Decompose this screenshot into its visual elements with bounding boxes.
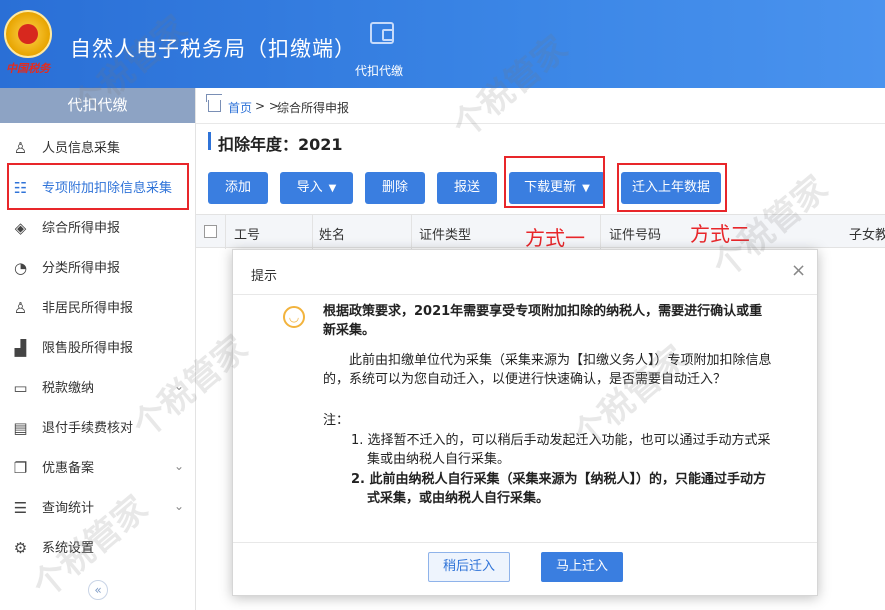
sidebar-item-label: 分类所得申报	[42, 261, 121, 276]
sidebar-item-label: 综合所得申报	[42, 221, 121, 236]
migration-prompt-dialog: 提示 × ◡ 根据政策要求，2021年需要享受专项附加扣除的纳税人，需要进行确认…	[232, 249, 818, 596]
search-list-icon: ☰	[13, 499, 28, 517]
module-tab-label[interactable]: 代扣代缴	[355, 62, 403, 79]
chevron-down-icon: ⌄	[174, 459, 185, 473]
chevron-down-icon: ▼	[328, 183, 337, 194]
dialog-paragraph: 此前由扣缴单位代为采集（采集来源为【扣缴义务人】）专项附加扣除信息的，系统可以为…	[323, 353, 772, 387]
sidebar-item-nonresident[interactable]: ♙ 非居民所得申报	[0, 288, 196, 328]
document-check-icon: ▤	[13, 419, 28, 437]
person-icon: ♙	[13, 139, 28, 157]
sidebar-item-tax-payment[interactable]: ▭ 税款缴纳 ⌄	[0, 368, 196, 408]
sidebar-item-label: 人员信息采集	[42, 141, 121, 156]
breadcrumb: 首页 > > 综合所得申报	[196, 88, 885, 124]
migrate-now-button[interactable]: 马上迁入	[541, 552, 623, 582]
import-label: 导入	[296, 180, 323, 195]
highlight-box-sidebar	[7, 163, 189, 210]
dialog-note-label: 注：	[323, 413, 350, 428]
column-header: 证件号码	[609, 228, 662, 243]
dialog-divider	[233, 542, 817, 543]
year-accent-bar	[208, 132, 211, 150]
app-title: 自然人电子税务局（扣缴端）	[70, 37, 356, 61]
user-outline-icon: ♙	[13, 299, 28, 317]
sidebar-item-label: 限售股所得申报	[42, 341, 134, 356]
breadcrumb-home-link[interactable]: 首页	[228, 99, 252, 116]
layers-icon: ◈	[14, 219, 27, 237]
sidebar-item-classified-income[interactable]: ◔ 分类所得申报	[0, 248, 196, 288]
home-icon[interactable]	[208, 100, 221, 112]
sidebar-item-label: 优惠备案	[42, 461, 95, 476]
wallet-icon[interactable]	[370, 22, 394, 44]
smile-icon: ◡	[283, 306, 305, 328]
column-header: 工号	[234, 228, 261, 243]
dialog-note-1: 1. 选择暂不迁入的，可以稍后手动发起迁入功能，也可以通过手动方式采集或由纳税人…	[351, 433, 771, 467]
sidebar-item-query-stats[interactable]: ☰ 查询统计 ⌄	[0, 488, 196, 528]
close-icon[interactable]: ×	[791, 260, 806, 281]
sidebar-title: 代扣代缴	[0, 88, 195, 123]
breadcrumb-current: 综合所得申报	[277, 101, 350, 115]
copy-icon: ❐	[13, 459, 28, 477]
highlight-box-method-two	[617, 163, 727, 212]
sidebar-item-restricted-shares[interactable]: ▟ 限售股所得申报	[0, 328, 196, 368]
method-one-annotation: 方式一	[525, 226, 585, 250]
sidebar-item-system-settings[interactable]: ⚙ 系统设置	[0, 528, 196, 568]
add-button[interactable]: 添加	[208, 172, 268, 204]
bar-chart-icon: ▟	[14, 339, 27, 357]
chevron-down-icon: ⌄	[174, 499, 185, 513]
deduction-year-label: 扣除年度：2021	[218, 135, 343, 154]
submit-button[interactable]: 报送	[437, 172, 497, 204]
import-button[interactable]: 导入 ▼	[280, 172, 353, 204]
emblem-caption: 中国税务	[6, 62, 50, 75]
sidebar-item-label: 税款缴纳	[42, 381, 95, 396]
sidebar-item-label: 系统设置	[42, 541, 95, 556]
dialog-header: 提示 ×	[233, 250, 817, 295]
dialog-title: 提示	[251, 269, 278, 284]
gear-icon: ⚙	[13, 539, 28, 557]
sidebar-item-personnel[interactable]: ♙ 人员信息采集	[0, 128, 196, 168]
dialog-heading: 根据政策要求，2021年需要享受专项附加扣除的纳税人，需要进行确认或重新采集。	[323, 304, 763, 338]
sidebar-collapse-button[interactable]: «	[88, 580, 108, 600]
column-header: 证件类型	[419, 228, 472, 243]
chevron-down-icon: ⌄	[174, 379, 185, 393]
sidebar-item-label: 退付手续费核对	[42, 421, 134, 436]
tax-emblem-logo	[4, 10, 52, 58]
column-header: 姓名	[319, 228, 346, 243]
breadcrumb-separator: > >	[255, 99, 279, 113]
pie-chart-icon: ◔	[13, 259, 28, 277]
sidebar-item-label: 查询统计	[42, 501, 95, 516]
app-header: 中国税务 自然人电子税务局（扣缴端） 代扣代缴	[0, 0, 885, 88]
sidebar-item-comprehensive-income[interactable]: ◈ 综合所得申报	[0, 208, 196, 248]
method-two-annotation: 方式二	[690, 222, 750, 246]
dialog-note-2: 2. 此前由纳税人自行采集（采集来源为【纳税人】）的，只能通过手动方式采集，或由…	[351, 472, 767, 506]
sidebar-item-label: 非居民所得申报	[42, 301, 134, 316]
wallet-icon: ▭	[13, 379, 28, 397]
sidebar-item-refund-fee[interactable]: ▤ 退付手续费核对	[0, 408, 196, 448]
highlight-box-method-one	[504, 156, 605, 208]
delete-button[interactable]: 删除	[365, 172, 425, 204]
column-header: 子女教	[849, 228, 885, 243]
sidebar-item-preferential-filing[interactable]: ❐ 优惠备案 ⌄	[0, 448, 196, 488]
select-all-checkbox[interactable]	[204, 225, 217, 238]
migrate-later-button[interactable]: 稍后迁入	[428, 552, 510, 582]
